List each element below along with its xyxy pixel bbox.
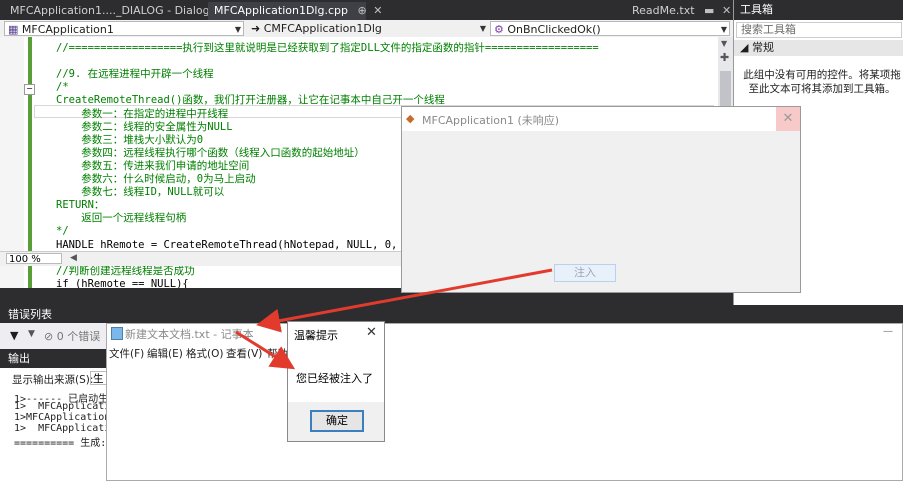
annotation-arrows <box>235 268 553 370</box>
arrow-dialog-to-notepad <box>256 268 553 333</box>
arrow-notepad-to-messagebox <box>235 330 296 370</box>
